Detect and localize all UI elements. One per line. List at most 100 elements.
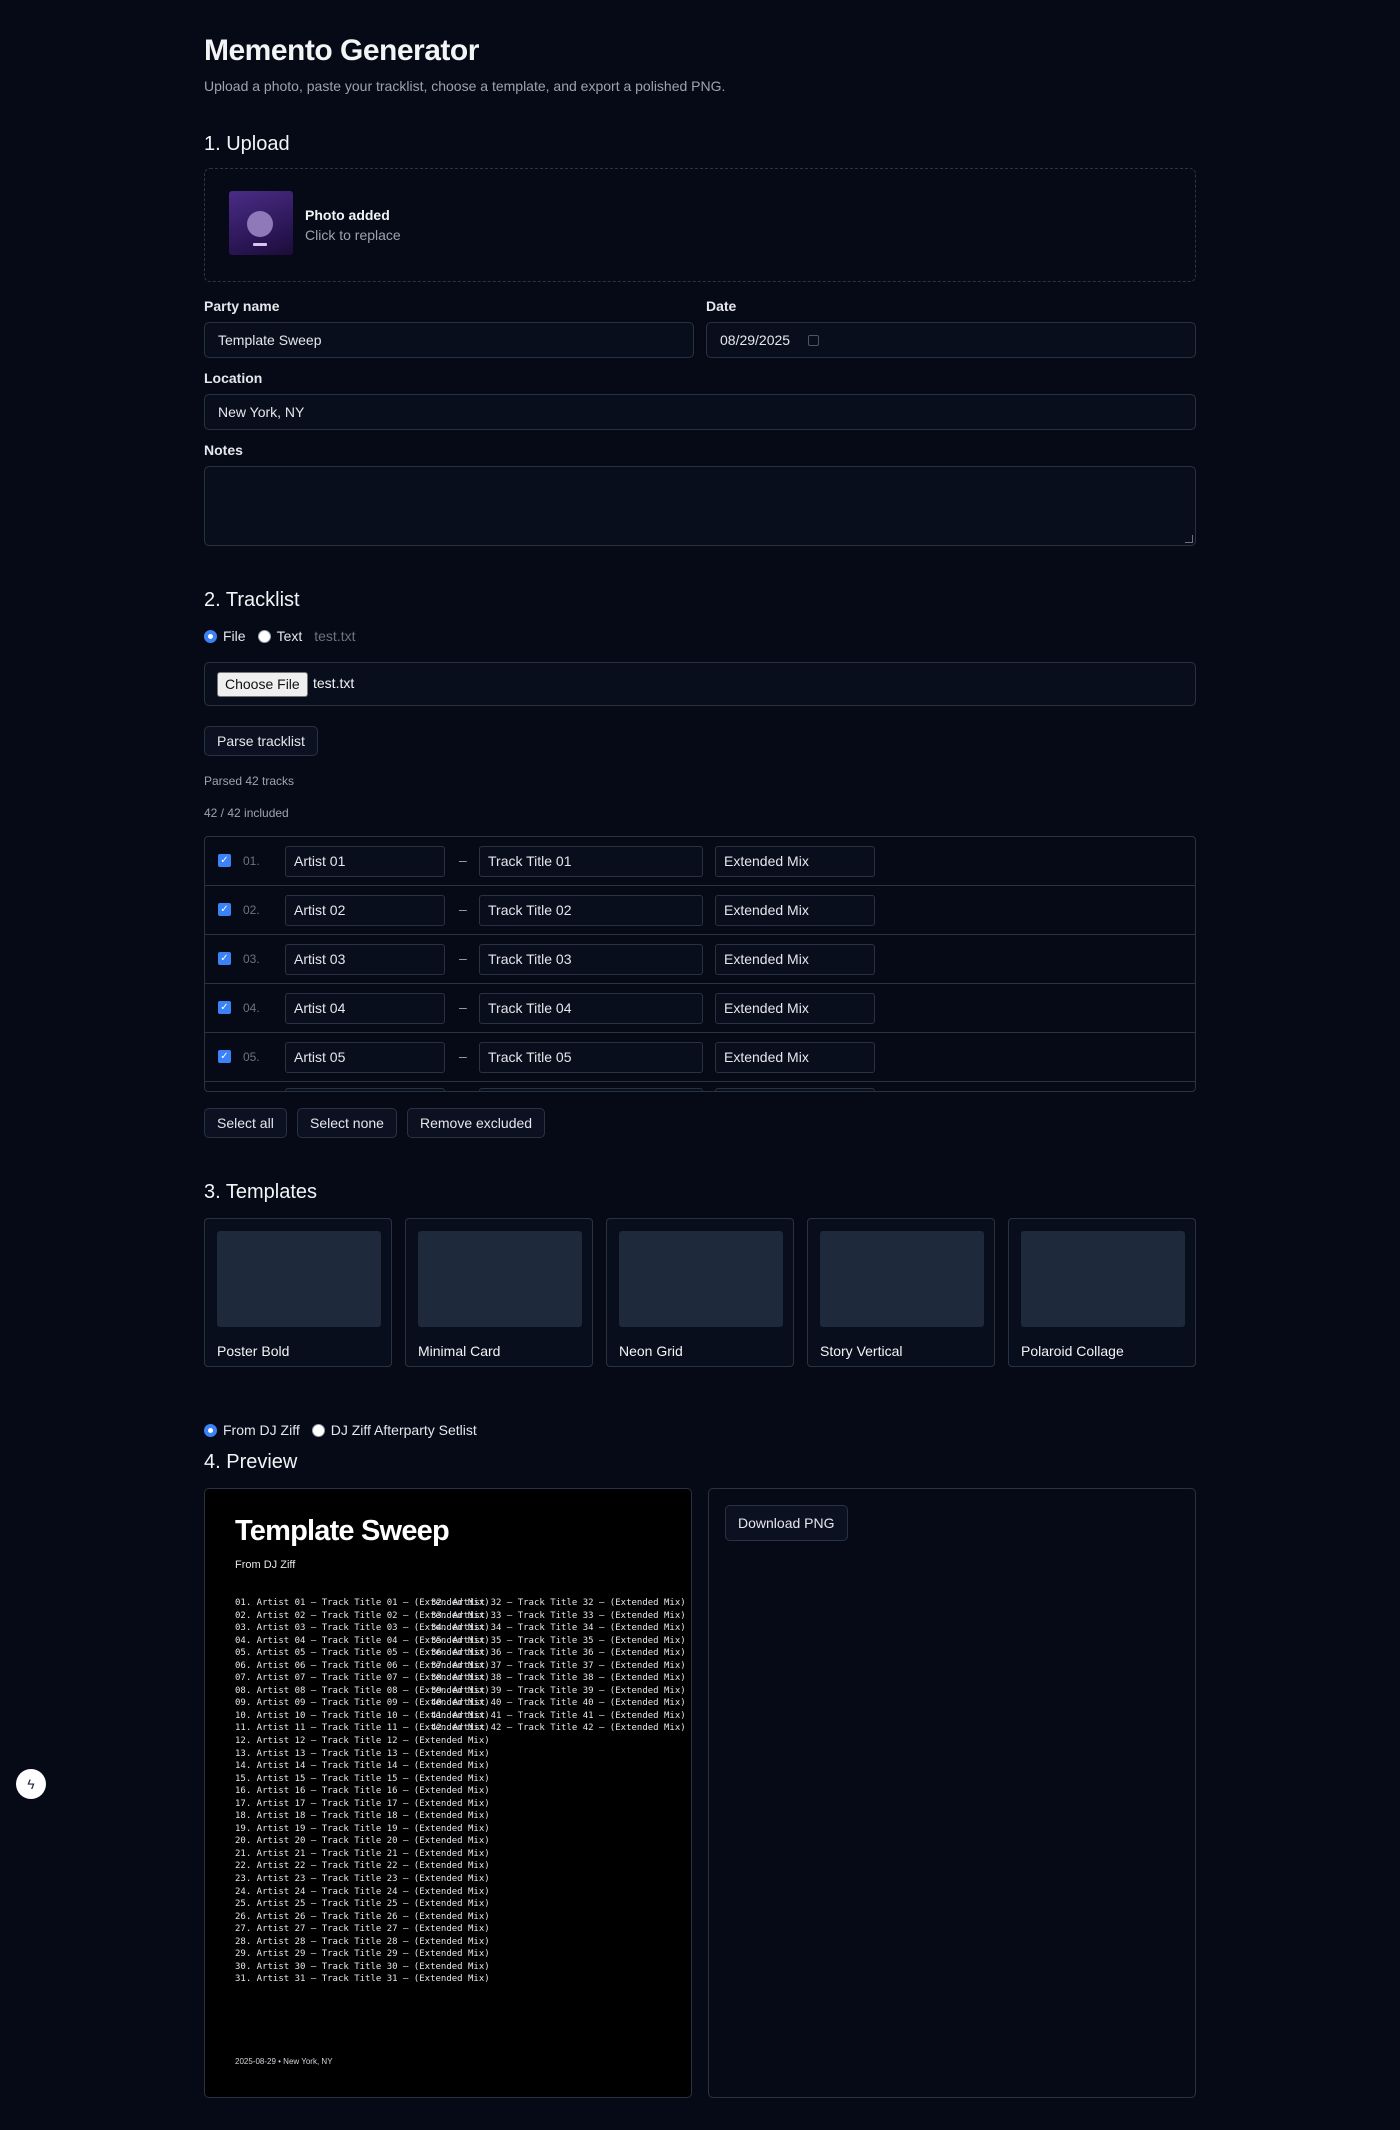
party-name-label: Party name — [204, 298, 280, 314]
track-number: 03. — [243, 952, 260, 966]
poster-track-line: 40. Artist 40 — Track Title 40 — (Extend… — [431, 1698, 686, 1709]
calendar-icon[interactable] — [808, 334, 820, 346]
poster-track-line: 37. Artist 37 — Track Title 37 — (Extend… — [431, 1660, 686, 1671]
mode-text-radio[interactable] — [257, 629, 271, 643]
title-input[interactable]: Track Title 01 — [479, 846, 703, 877]
poster-track-line: 42. Artist 42 — Track Title 42 — (Extend… — [431, 1723, 686, 1734]
poster-track-line: 30. Artist 30 — Track Title 30 — (Extend… — [235, 1961, 490, 1972]
photo-status: Photo added — [305, 207, 390, 223]
artist-input[interactable]: Artist 01 — [285, 846, 445, 877]
template-card-story-vertical[interactable]: Story Vertical — [807, 1218, 995, 1367]
included-status: 42 / 42 included — [204, 806, 289, 820]
poster-track-line: 41. Artist 41 — Track Title 41 — (Extend… — [431, 1710, 686, 1721]
template-thumbnail — [820, 1231, 984, 1327]
thumb-caption — [253, 243, 267, 246]
file-input[interactable]: Choose File test.txt — [204, 662, 1196, 706]
attribution-setlist-label[interactable]: DJ Ziff Afterparty Setlist — [331, 1422, 477, 1438]
mix-input[interactable]: Extended Mix — [715, 895, 875, 926]
remove-excluded-button[interactable]: Remove excluded — [407, 1108, 546, 1138]
poster-track-line: 22. Artist 22 — Track Title 22 — (Extend… — [235, 1861, 490, 1872]
artist-input[interactable]: Artist 05 — [285, 1042, 445, 1073]
mode-file-radio[interactable] — [204, 629, 217, 643]
bolt-icon[interactable]: ϟ — [16, 1769, 46, 1799]
export-panel: Download PNG — [708, 1488, 1196, 2098]
title-input[interactable]: Track Title 03 — [479, 944, 703, 975]
template-card-poster-bold[interactable]: Poster Bold — [204, 1218, 392, 1367]
attribution-setlist-radio[interactable] — [311, 1423, 325, 1437]
separator: – — [459, 852, 467, 868]
photo-dropzone[interactable]: Photo added Click to replace — [204, 168, 1196, 282]
poster-track-line: 27. Artist 27 — Track Title 27 — (Extend… — [235, 1924, 490, 1935]
choose-file-button[interactable]: Choose File — [217, 672, 308, 697]
photo-replace-hint: Click to replace — [305, 227, 401, 243]
track-row: ✓ 05. Artist 05 – Track Title 05 Extende… — [205, 1033, 1195, 1082]
template-card-minimal-card[interactable]: Minimal Card — [405, 1218, 593, 1367]
date-input[interactable]: 08/29/2025 — [706, 322, 1196, 358]
mix-input[interactable]: Extended Mix — [715, 944, 875, 975]
mix-input[interactable]: Extended Mix — [715, 1042, 875, 1073]
tracklist-table[interactable]: ✓ 01. Artist 01 – Track Title 01 Extende… — [204, 836, 1196, 1092]
title-input[interactable]: Track Title 02 — [479, 895, 703, 926]
select-all-button[interactable]: Select all — [204, 1108, 287, 1138]
poster-track-line: 33. Artist 33 — Track Title 33 — (Extend… — [431, 1610, 686, 1621]
poster-track-line: 17. Artist 17 — Track Title 17 — (Extend… — [235, 1798, 490, 1809]
template-card-neon-grid[interactable]: Neon Grid — [606, 1218, 794, 1367]
separator: – — [459, 950, 467, 966]
mix-input[interactable] — [715, 1088, 875, 1091]
include-checkbox[interactable]: ✓ — [218, 952, 231, 965]
artist-input[interactable]: Artist 04 — [285, 993, 445, 1024]
track-row: ✓ 03. Artist 03 – Track Title 03 Extende… — [205, 935, 1195, 984]
poster-track-line: 35. Artist 35 — Track Title 35 — (Extend… — [431, 1635, 686, 1646]
template-name: Story Vertical — [820, 1343, 903, 1359]
include-checkbox[interactable]: ✓ — [218, 1050, 231, 1063]
template-card-polaroid-collage[interactable]: Polaroid Collage — [1008, 1218, 1196, 1367]
notes-textarea[interactable] — [204, 466, 1196, 546]
template-name: Minimal Card — [418, 1343, 501, 1359]
track-number: 01. — [243, 854, 260, 868]
select-none-button[interactable]: Select none — [297, 1108, 397, 1138]
poster-track-line: 32. Artist 32 — Track Title 32 — (Extend… — [431, 1598, 686, 1608]
parsed-status: Parsed 42 tracks — [204, 774, 295, 788]
poster-track-line: 26. Artist 26 — Track Title 26 — (Extend… — [235, 1911, 490, 1922]
mix-input[interactable]: Extended Mix — [715, 846, 875, 877]
artist-input[interactable]: Artist 03 — [285, 944, 445, 975]
preview-section-title: 4. Preview — [204, 1451, 298, 1473]
attribution-from-label[interactable]: From DJ Ziff — [223, 1422, 300, 1438]
track-row-partial — [205, 1082, 1195, 1091]
poster-track-line: 29. Artist 29 — Track Title 29 — (Extend… — [235, 1949, 490, 1960]
poster-tracklist-column-2: 32. Artist 32 — Track Title 32 — (Extend… — [431, 1597, 686, 1735]
include-checkbox[interactable]: ✓ — [218, 1001, 231, 1014]
poster-track-line: 31. Artist 31 — Track Title 31 — (Extend… — [235, 1974, 490, 1985]
title-input[interactable]: Track Title 04 — [479, 993, 703, 1024]
preview-canvas: Template Sweep From DJ Ziff 01. Artist 0… — [204, 1488, 692, 2098]
resize-handle[interactable] — [1185, 535, 1193, 543]
artist-input[interactable] — [285, 1088, 445, 1091]
include-checkbox[interactable]: ✓ — [218, 903, 231, 916]
party-name-input[interactable]: Template Sweep — [204, 322, 694, 358]
track-row: ✓ 04. Artist 04 – Track Title 04 Extende… — [205, 984, 1195, 1033]
include-checkbox[interactable]: ✓ — [218, 854, 231, 867]
templates-section-title: 3. Templates — [204, 1181, 318, 1203]
download-png-button[interactable]: Download PNG — [725, 1505, 848, 1541]
title-input[interactable] — [479, 1088, 703, 1091]
title-input[interactable]: Track Title 05 — [479, 1042, 703, 1073]
parse-tracklist-button[interactable]: Parse tracklist — [204, 726, 318, 756]
track-row: ✓ 01. Artist 01 – Track Title 01 Extende… — [205, 837, 1195, 886]
poster-track-line: 34. Artist 34 — Track Title 34 — (Extend… — [431, 1623, 686, 1634]
attribution-from-radio[interactable] — [204, 1423, 217, 1437]
poster-track-line: 23. Artist 23 — Track Title 23 — (Extend… — [235, 1874, 490, 1885]
template-thumbnail — [1021, 1231, 1185, 1327]
page-subtitle: Upload a photo, paste your tracklist, ch… — [204, 78, 726, 94]
mix-input[interactable]: Extended Mix — [715, 993, 875, 1024]
notes-label: Notes — [204, 442, 243, 458]
date-label: Date — [706, 298, 737, 314]
mode-file-label[interactable]: File — [223, 628, 246, 644]
current-file-name: test.txt — [314, 628, 356, 644]
template-name: Polaroid Collage — [1021, 1343, 1124, 1359]
mode-text-label[interactable]: Text — [277, 628, 303, 644]
poster-track-line: 21. Artist 21 — Track Title 21 — (Extend… — [235, 1848, 490, 1859]
poster-track-line: 28. Artist 28 — Track Title 28 — (Extend… — [235, 1936, 490, 1947]
chosen-file-name: test.txt — [313, 675, 355, 691]
artist-input[interactable]: Artist 02 — [285, 895, 445, 926]
location-input[interactable]: New York, NY — [204, 394, 1196, 430]
